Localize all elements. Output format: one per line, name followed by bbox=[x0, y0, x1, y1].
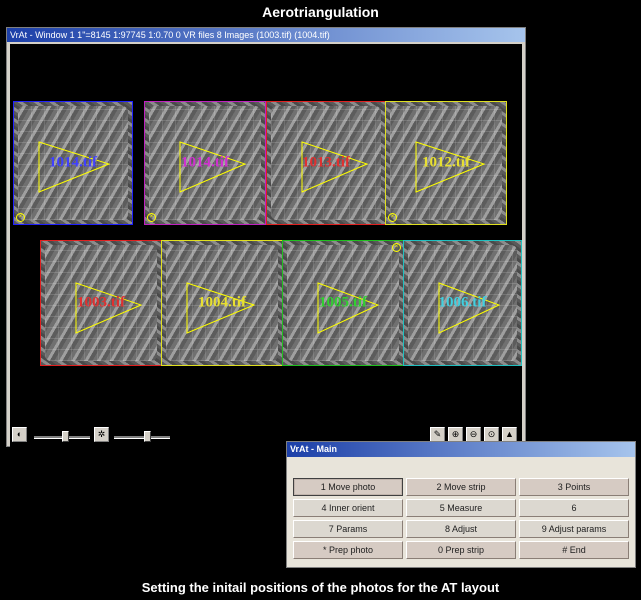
measure-button[interactable]: 5 Measure bbox=[406, 499, 516, 517]
command-button-grid: 1 Move photo 2 Move strip 3 Points 4 Inn… bbox=[293, 478, 629, 559]
brightness-icon[interactable]: ✲ bbox=[94, 427, 109, 442]
corner-marker-icon: × bbox=[392, 243, 401, 252]
contrast-slider[interactable] bbox=[34, 431, 90, 443]
photo-label: 1003.tif bbox=[77, 294, 125, 311]
window-title[interactable]: VrAt - Window 1 1"=8145 1:97745 1:0.70 0… bbox=[7, 28, 525, 42]
caption: Setting the initail positions of the pho… bbox=[141, 580, 500, 595]
zoom-fit-icon[interactable]: ⊙ bbox=[484, 427, 499, 442]
brightness-slider[interactable] bbox=[114, 431, 170, 443]
params-button[interactable]: 7 Params bbox=[293, 520, 403, 538]
pen-icon[interactable]: ✎ bbox=[430, 427, 445, 442]
photo-label: 1004.tif bbox=[198, 294, 246, 311]
photo-1012-yellow[interactable]: 1012.tif × bbox=[385, 101, 507, 225]
adjust-button[interactable]: 8 Adjust bbox=[406, 520, 516, 538]
move-photo-button[interactable]: 1 Move photo bbox=[293, 478, 403, 496]
photo-1014-blue[interactable]: 1014.tif × bbox=[13, 101, 133, 225]
end-button[interactable]: # End bbox=[519, 541, 629, 559]
zoom-in-icon[interactable]: ⊕ bbox=[448, 427, 463, 442]
photo-1013-red[interactable]: 1013.tif bbox=[266, 101, 386, 225]
photo-label: 1005.tif bbox=[319, 294, 367, 311]
corner-marker-icon: × bbox=[147, 213, 156, 222]
photo-label: 1014.tif bbox=[181, 154, 229, 171]
photo-1004-yellow[interactable]: 1004.tif bbox=[161, 240, 283, 366]
page-title: Aerotriangulation bbox=[262, 4, 379, 20]
photo-1003-red[interactable]: 1003.tif bbox=[40, 240, 162, 366]
move-strip-button[interactable]: 2 Move strip bbox=[406, 478, 516, 496]
contrast-icon[interactable]: ◐ bbox=[12, 427, 27, 442]
corner-marker-icon: × bbox=[16, 213, 25, 222]
photo-label: 1006.tif bbox=[438, 294, 487, 311]
photo-1005-green[interactable]: 1005.tif × bbox=[282, 240, 404, 366]
prep-photo-button[interactable]: * Prep photo bbox=[293, 541, 403, 559]
button-6[interactable]: 6 bbox=[519, 499, 629, 517]
photo-label: 1014.tif bbox=[49, 154, 97, 171]
image-icon[interactable]: ▲ bbox=[502, 427, 517, 442]
photo-label: 1013.tif bbox=[302, 154, 350, 171]
panel-title[interactable]: VrAt - Main bbox=[287, 442, 635, 457]
photo-1014-magenta[interactable]: 1014.tif × bbox=[144, 101, 266, 225]
points-button[interactable]: 3 Points bbox=[519, 478, 629, 496]
vrat-main-panel: VrAt - Main 1 Move photo 2 Move strip 3 … bbox=[286, 441, 636, 568]
corner-marker-icon: × bbox=[388, 213, 397, 222]
photo-label: 1012.tif bbox=[422, 154, 470, 171]
photo-1006-cyan[interactable]: 1006.tif bbox=[403, 240, 522, 366]
prep-strip-button[interactable]: 0 Prep strip bbox=[406, 541, 516, 559]
inner-orient-button[interactable]: 4 Inner orient bbox=[293, 499, 403, 517]
image-viewport[interactable]: 1014.tif × 1014.tif × 1013.tif 1012.tif … bbox=[10, 44, 522, 448]
zoom-out-icon[interactable]: ⊖ bbox=[466, 427, 481, 442]
vrat-window: VrAt - Window 1 1"=8145 1:97745 1:0.70 0… bbox=[6, 27, 526, 448]
adjust-params-button[interactable]: 9 Adjust params bbox=[519, 520, 629, 538]
